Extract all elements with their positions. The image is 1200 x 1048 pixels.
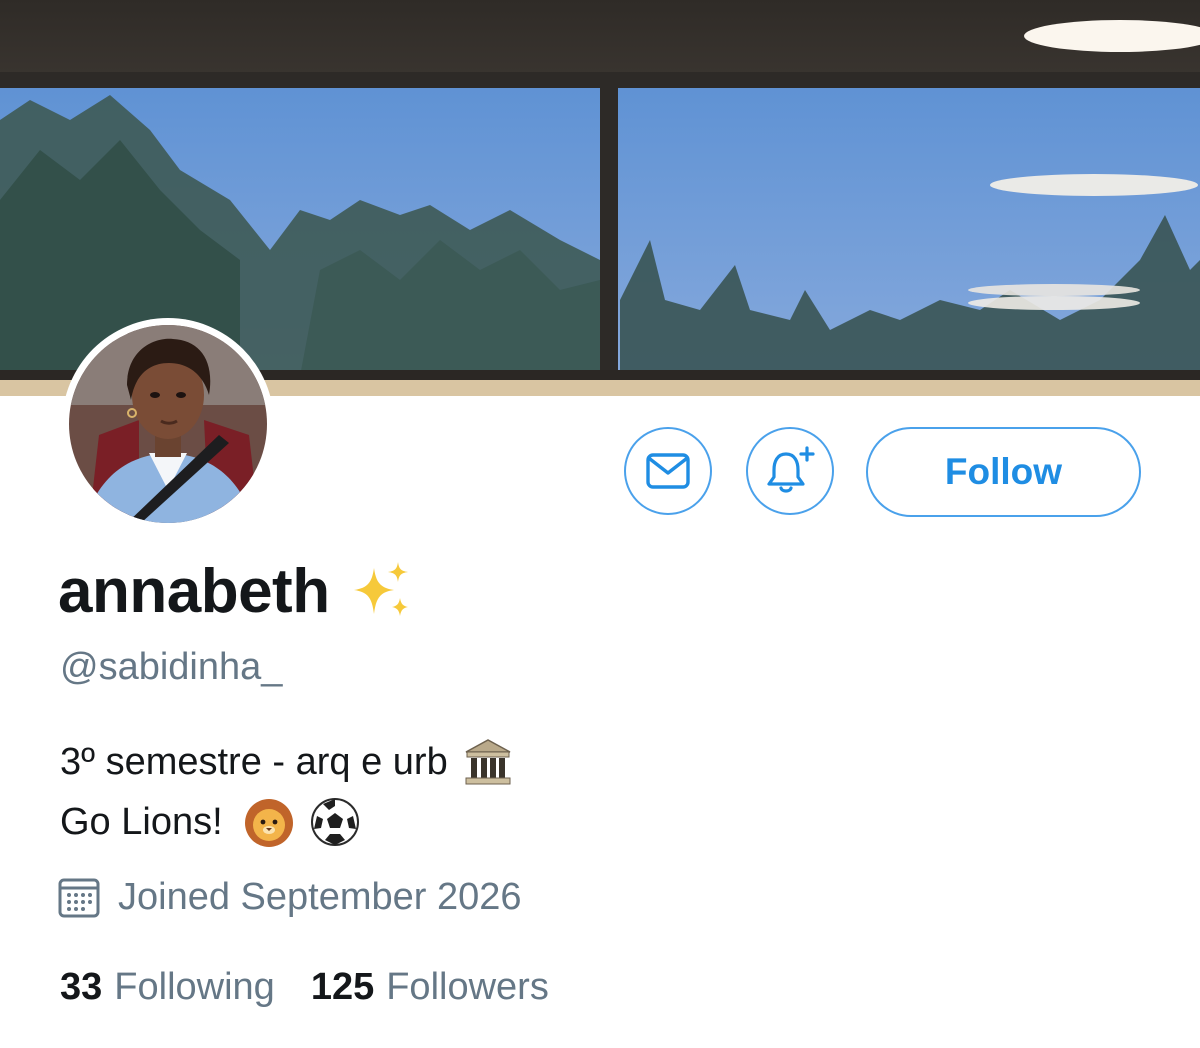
notifications-button[interactable] <box>746 427 834 515</box>
joined-date: Joined September 2026 <box>118 875 522 918</box>
username-handle: @sabidinha_ <box>60 646 283 688</box>
classical-building-icon <box>462 736 514 788</box>
calendar-icon <box>58 878 100 918</box>
bell-plus-icon <box>767 446 815 493</box>
bio-line-2: Go Lions! <box>60 801 223 843</box>
envelope-icon <box>646 453 690 489</box>
bio: 3º semestre - arq e urb Go Lions! <box>60 732 514 852</box>
follow-stats: 33 Following 125 Followers <box>60 966 585 1009</box>
followers-count: 125 <box>310 966 375 1008</box>
display-name: annabeth <box>58 557 330 626</box>
follow-button[interactable]: Follow <box>866 427 1141 517</box>
lion-face-icon <box>243 796 295 848</box>
following-link[interactable]: 33 Following <box>60 966 275 1009</box>
following-label: Following <box>114 966 275 1008</box>
sparkles-icon <box>350 560 414 624</box>
bio-line-1: 3º semestre - arq e urb <box>60 741 448 783</box>
following-count: 33 <box>60 966 103 1008</box>
soccer-ball-icon <box>309 796 361 848</box>
followers-link[interactable]: 125 Followers <box>311 966 549 1009</box>
profile-avatar[interactable] <box>62 318 274 530</box>
followers-label: Followers <box>386 966 549 1008</box>
display-name-row: annabeth <box>58 556 414 627</box>
message-button[interactable] <box>624 427 712 515</box>
joined-date-row: Joined September 2026 <box>56 874 522 920</box>
